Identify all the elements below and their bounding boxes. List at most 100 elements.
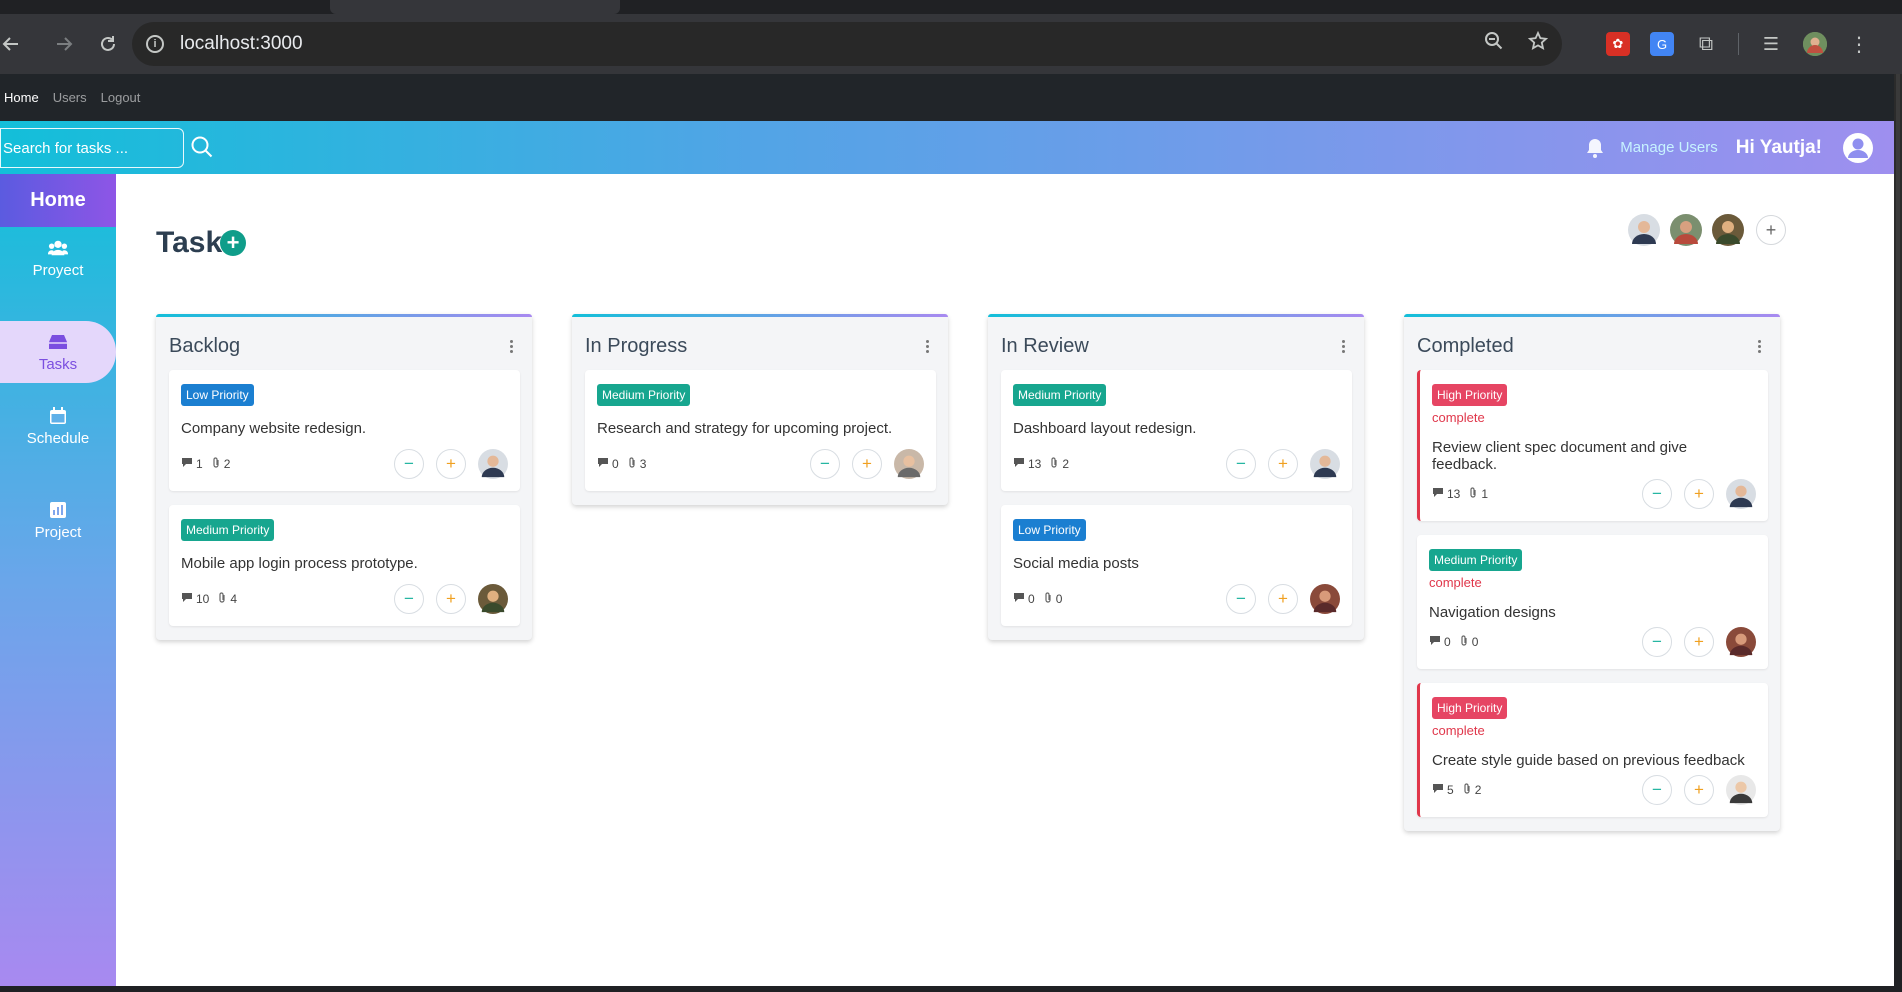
nav-link-home[interactable]: Home bbox=[4, 90, 39, 105]
page-scrollbar[interactable] bbox=[1894, 74, 1902, 860]
url-text[interactable]: localhost:3000 bbox=[180, 33, 303, 55]
sidebar-item-label: Schedule bbox=[26, 429, 90, 447]
search-input[interactable] bbox=[0, 128, 184, 168]
browser-window: i localhost:3000 ✿ G ⧉ ☰ ⋮ Home Users Lo… bbox=[0, 0, 1902, 992]
paperclip-icon bbox=[217, 591, 227, 607]
comment-icon bbox=[1013, 457, 1025, 471]
decrease-button[interactable]: − bbox=[394, 584, 424, 614]
increase-button[interactable]: + bbox=[852, 449, 882, 479]
avatar[interactable] bbox=[1712, 214, 1744, 246]
increase-button[interactable]: + bbox=[1684, 479, 1714, 509]
decrease-button[interactable]: − bbox=[810, 449, 840, 479]
sidebar-item-project[interactable]: Project bbox=[0, 490, 116, 550]
column-in-progress: In Progress Medium Priority Research and… bbox=[572, 314, 948, 505]
assignee-avatar[interactable] bbox=[1726, 775, 1756, 805]
forward-icon[interactable] bbox=[44, 24, 84, 64]
decrease-button[interactable]: − bbox=[1226, 584, 1256, 614]
calendar-icon bbox=[48, 406, 68, 426]
increase-button[interactable]: + bbox=[1268, 584, 1298, 614]
browser-menu-icon[interactable]: ⋮ bbox=[1847, 32, 1871, 56]
column-menu-icon[interactable] bbox=[1338, 339, 1348, 353]
column-menu-icon[interactable] bbox=[922, 339, 932, 353]
decrease-button[interactable]: − bbox=[1226, 449, 1256, 479]
assignee-avatar[interactable] bbox=[478, 449, 508, 479]
assignee-avatar[interactable] bbox=[478, 584, 508, 614]
increase-button[interactable]: + bbox=[436, 584, 466, 614]
task-text: Company website redesign. bbox=[181, 420, 367, 437]
avatar[interactable] bbox=[1628, 214, 1660, 246]
increase-button[interactable]: + bbox=[1268, 449, 1298, 479]
attachment-count: 0 bbox=[1471, 635, 1479, 649]
extension-red-icon[interactable]: ✿ bbox=[1606, 32, 1630, 56]
attachment-count: 4 bbox=[230, 592, 238, 606]
column-menu-icon[interactable] bbox=[1754, 339, 1764, 353]
column-in-review: In Review Medium Priority Dashboard layo… bbox=[988, 314, 1364, 640]
priority-badge: Medium Priority bbox=[597, 384, 691, 406]
avatar[interactable] bbox=[1670, 214, 1702, 246]
puzzle-extensions-icon[interactable]: ⧉ bbox=[1694, 32, 1718, 56]
sidebar-home[interactable]: Home bbox=[0, 174, 116, 227]
bell-icon[interactable] bbox=[1584, 137, 1606, 159]
priority-badge: High Priority bbox=[1432, 697, 1508, 719]
sidebar-item-label: Tasks bbox=[38, 355, 78, 373]
task-card[interactable]: Low Priority Social media posts 0 0 − + bbox=[1001, 505, 1352, 626]
column-backlog: Backlog Low Priority Company website red… bbox=[156, 314, 532, 640]
increase-button[interactable]: + bbox=[1684, 627, 1714, 657]
column-menu-icon[interactable] bbox=[506, 339, 516, 353]
add-member-button[interactable]: + bbox=[1756, 215, 1786, 245]
priority-badge: Medium Priority bbox=[1429, 549, 1523, 571]
team-avatars: + bbox=[1628, 214, 1786, 246]
bookmark-star-icon[interactable] bbox=[1527, 30, 1549, 57]
task-card[interactable]: Low Priority Company website redesign. 1… bbox=[169, 370, 520, 491]
assignee-avatar[interactable] bbox=[1726, 479, 1756, 509]
task-text: Mobile app login process prototype. bbox=[181, 555, 418, 572]
task-card[interactable]: Medium Priority Dashboard layout redesig… bbox=[1001, 370, 1352, 491]
task-card[interactable]: Medium Priority Research and strategy fo… bbox=[585, 370, 936, 491]
task-card[interactable]: Medium Priority complete Navigation desi… bbox=[1417, 535, 1768, 669]
column-title: Backlog bbox=[169, 334, 241, 357]
assignee-avatar[interactable] bbox=[1726, 627, 1756, 657]
task-card[interactable]: High Priority complete Create style guid… bbox=[1417, 683, 1768, 817]
sidebar-item-tasks[interactable]: Tasks bbox=[0, 321, 116, 383]
nav-link-logout[interactable]: Logout bbox=[101, 90, 141, 105]
paperclip-icon bbox=[1049, 456, 1059, 472]
decrease-button[interactable]: − bbox=[394, 449, 424, 479]
extensions-area: ✿ G ⧉ ☰ ⋮ bbox=[1606, 14, 1871, 74]
decrease-button[interactable]: − bbox=[1642, 627, 1672, 657]
media-controls-icon[interactable]: ☰ bbox=[1759, 32, 1783, 56]
address-bar[interactable]: i localhost:3000 bbox=[132, 22, 1562, 66]
assignee-avatar[interactable] bbox=[1310, 449, 1340, 479]
translate-extension-icon[interactable]: G bbox=[1650, 32, 1674, 56]
user-account-icon[interactable] bbox=[1842, 132, 1874, 164]
paperclip-icon bbox=[1043, 591, 1053, 607]
task-card[interactable]: Medium Priority Mobile app login process… bbox=[169, 505, 520, 626]
task-text: Social media posts bbox=[1013, 555, 1139, 572]
increase-button[interactable]: + bbox=[1684, 775, 1714, 805]
decrease-button[interactable]: − bbox=[1642, 479, 1672, 509]
decrease-button[interactable]: − bbox=[1642, 775, 1672, 805]
comment-icon bbox=[181, 592, 193, 606]
back-icon[interactable] bbox=[0, 24, 22, 64]
add-task-button[interactable]: + bbox=[220, 230, 246, 256]
comment-icon bbox=[181, 457, 193, 471]
comment-count: 5 bbox=[1447, 783, 1454, 797]
zoom-icon[interactable] bbox=[1484, 31, 1504, 57]
search-icon[interactable] bbox=[188, 133, 216, 161]
reload-icon[interactable] bbox=[88, 24, 128, 64]
priority-badge: High Priority bbox=[1432, 384, 1508, 406]
profile-avatar-icon[interactable] bbox=[1803, 32, 1827, 56]
people-icon bbox=[48, 238, 68, 258]
task-card[interactable]: High Priority complete Review client spe… bbox=[1417, 370, 1768, 521]
column-completed: Completed High Priority complete Review … bbox=[1404, 314, 1780, 831]
assignee-avatar[interactable] bbox=[1310, 584, 1340, 614]
manage-users-link[interactable]: Manage Users bbox=[1620, 139, 1718, 156]
site-info-icon[interactable]: i bbox=[146, 35, 164, 53]
sidebar-item-proyect[interactable]: Proyect bbox=[0, 228, 116, 288]
paperclip-icon bbox=[1468, 486, 1478, 502]
nav-link-users[interactable]: Users bbox=[53, 90, 87, 105]
tab-strip bbox=[0, 0, 1902, 14]
sidebar-item-schedule[interactable]: Schedule bbox=[0, 396, 116, 456]
increase-button[interactable]: + bbox=[436, 449, 466, 479]
assignee-avatar[interactable] bbox=[894, 449, 924, 479]
active-tab[interactable] bbox=[330, 0, 620, 14]
